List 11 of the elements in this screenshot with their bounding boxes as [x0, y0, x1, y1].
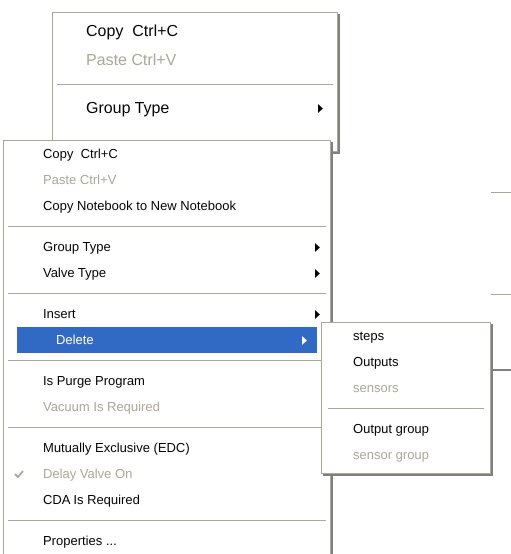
menu-item[interactable]: Group Type — [4, 234, 330, 260]
menu-item[interactable]: Outputs — [322, 349, 490, 375]
menu-item[interactable]: Valve Type — [4, 260, 330, 286]
menu-item[interactable]: Delete — [17, 327, 317, 353]
menu-item[interactable]: Output group — [322, 416, 490, 442]
menu-item[interactable]: Copy Ctrl+C — [4, 141, 330, 167]
menu-item[interactable]: Copy Ctrl+C — [53, 17, 337, 46]
menu-item[interactable]: Group Type — [53, 94, 337, 123]
menu-item[interactable]: CDA Is Required — [4, 487, 330, 513]
menu-item[interactable]: Properties ... — [4, 528, 330, 554]
menu-item[interactable]: Copy Notebook to New Notebook — [4, 193, 330, 219]
